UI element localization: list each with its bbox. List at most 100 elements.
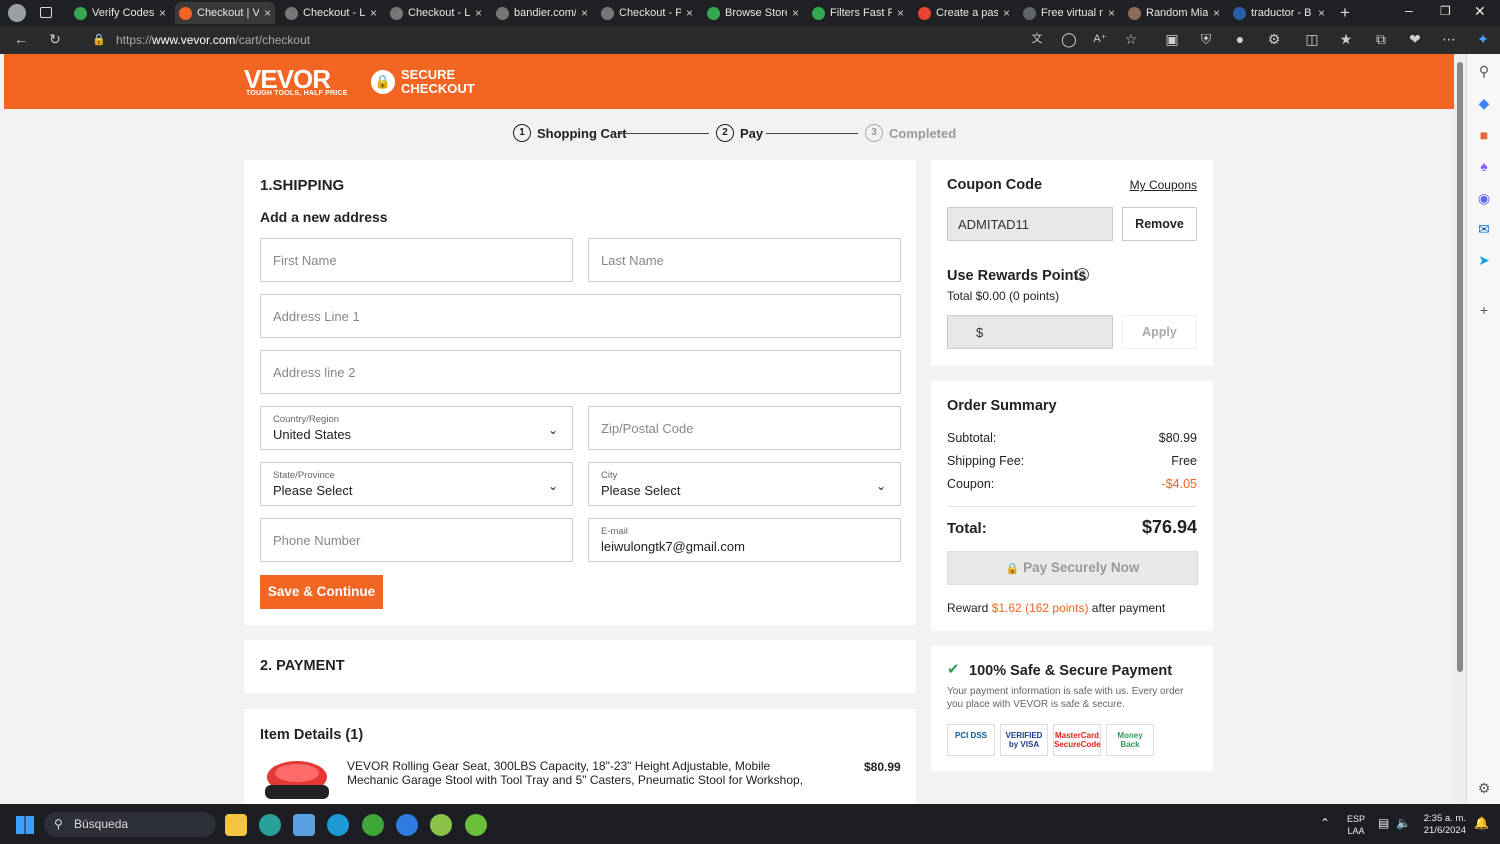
volume-icon[interactable]: 🔈 [1396, 816, 1411, 830]
rewards-amount-field[interactable]: $ [947, 315, 1113, 349]
tab-close-icon[interactable]: × [1213, 6, 1220, 20]
sidebar-shopping-icon[interactable]: ◆ [1475, 95, 1493, 113]
browser-tab[interactable]: Checkout - P × [597, 2, 697, 24]
browser-tab[interactable]: traductor - B × [1229, 2, 1329, 24]
close-window-icon[interactable]: ✕ [1474, 3, 1486, 20]
utorrent-icon[interactable] [465, 814, 487, 836]
browser-tab[interactable]: Browse Store × [703, 2, 803, 24]
tab-close-icon[interactable]: × [370, 6, 377, 20]
app-icon[interactable] [430, 814, 452, 836]
item-description[interactable]: VEVOR Rolling Gear Seat, 300LBS Capacity… [347, 759, 807, 787]
puzzle-icon[interactable]: ⚙ [1265, 31, 1283, 49]
state-select[interactable]: State/Province Please Select ⌄ [260, 462, 573, 506]
sidebar-add-icon[interactable]: + [1475, 302, 1493, 320]
xbox-icon[interactable] [362, 814, 384, 836]
tab-favicon-icon [179, 6, 192, 20]
browser-tab[interactable]: bandier.com/ × [492, 2, 592, 24]
browser-tab[interactable]: Checkout - L × [281, 2, 381, 24]
restore-icon[interactable]: ❐ [1440, 4, 1451, 18]
sidebar-tools-icon[interactable]: ■ [1475, 127, 1493, 145]
edge-icon[interactable] [327, 814, 349, 836]
remove-coupon-button[interactable]: Remove [1122, 207, 1197, 241]
copilot-icon[interactable]: ✦ [1474, 31, 1492, 49]
sidebar-m365-icon[interactable]: ◉ [1475, 190, 1493, 208]
windows-start-icon[interactable] [16, 816, 34, 834]
favorites-icon[interactable]: ★ [1337, 31, 1355, 49]
tab-close-icon[interactable]: × [897, 6, 904, 20]
new-tab-button[interactable]: + [1340, 3, 1350, 23]
save-continue-button[interactable]: Save & Continue [260, 575, 383, 609]
performance-icon[interactable]: ❤ [1406, 31, 1424, 49]
file-explorer-icon[interactable] [225, 814, 247, 836]
product-image[interactable] [260, 757, 334, 803]
help-icon[interactable]: ? [1076, 268, 1089, 281]
city-select[interactable]: City Please Select ⌄ [588, 462, 901, 506]
sidebar-search-icon[interactable]: ⚲ [1475, 63, 1493, 81]
browser-tab[interactable]: Verify Codes × [70, 2, 170, 24]
tab-close-icon[interactable]: × [686, 6, 693, 20]
sidebar-outlook-icon[interactable]: ✉ [1475, 221, 1493, 239]
browser-tab[interactable]: Checkout - L × [386, 2, 486, 24]
coupon-code-field[interactable]: ADMITAD11 [947, 207, 1113, 241]
my-coupons-link[interactable]: My Coupons [1130, 178, 1197, 192]
notification-bell-icon[interactable]: 🔔 [1474, 816, 1489, 830]
extension-icon[interactable]: ▣ [1163, 31, 1181, 49]
sidebar-games-icon[interactable]: ♠ [1475, 158, 1493, 176]
tab-favicon-icon [812, 6, 825, 20]
chevron-up-icon[interactable]: ⌃ [1320, 816, 1330, 830]
tab-close-icon[interactable]: × [581, 6, 588, 20]
sidebar-settings-icon[interactable]: ⚙ [1475, 780, 1493, 798]
tab-close-icon[interactable]: × [792, 6, 799, 20]
circle-ext-icon[interactable]: ● [1231, 31, 1249, 49]
url-field[interactable]: 🔒 https://www.vevor.com/cart/checkout [80, 30, 1160, 50]
photos-icon[interactable] [293, 814, 315, 836]
browser-tab[interactable]: Random Mia × [1124, 2, 1224, 24]
minimize-icon[interactable]: – [1405, 2, 1413, 18]
country-select[interactable]: Country/Region United States ⌄ [260, 406, 573, 450]
more-menu-icon[interactable]: ⋯ [1440, 31, 1458, 49]
shield-ext-icon[interactable]: ⛨ [1197, 31, 1215, 49]
phone-field[interactable]: Phone Number [260, 518, 573, 562]
shield-check-icon: ✔ [947, 661, 960, 678]
tab-close-icon[interactable]: × [1003, 6, 1010, 20]
browser-tab[interactable]: Create a pas × [914, 2, 1014, 24]
favorite-star-icon[interactable]: ☆ [1122, 31, 1140, 49]
tab-actions-icon[interactable] [40, 7, 52, 18]
address-line2-field[interactable]: Address line 2 [260, 350, 901, 394]
tab-close-icon[interactable]: × [475, 6, 482, 20]
last-name-field[interactable]: Last Name [588, 238, 901, 282]
email-field[interactable]: E-mail leiwulongtk7@gmail.com [588, 518, 901, 562]
tab-close-icon[interactable]: × [1318, 6, 1325, 20]
sidebar-send-icon[interactable]: ➤ [1475, 252, 1493, 270]
back-icon[interactable]: ← [12, 31, 30, 49]
browser-tab[interactable]: Filters Fast P × [808, 2, 908, 24]
refresh-icon[interactable]: ↻ [46, 31, 64, 49]
tag-icon[interactable]: ◯ [1060, 31, 1078, 49]
network-icon[interactable]: ▤ [1378, 816, 1389, 830]
scrollbar-thumb[interactable] [1457, 62, 1463, 672]
pay-securely-button[interactable]: 🔒 Pay Securely Now [947, 551, 1198, 585]
browser-tab[interactable]: Checkout | V × [175, 2, 275, 24]
collections-icon[interactable]: ⧉ [1372, 31, 1390, 49]
apply-rewards-button[interactable]: Apply [1122, 315, 1197, 349]
profile-avatar-icon[interactable] [8, 4, 26, 22]
tab-close-icon[interactable]: × [264, 6, 271, 20]
url-prefix: https:// [116, 33, 153, 47]
edge-dev-icon[interactable] [259, 814, 281, 836]
tab-close-icon[interactable]: × [159, 6, 166, 20]
browser-tab[interactable]: Free virtual n × [1019, 2, 1119, 24]
zip-field[interactable]: Zip/Postal Code [588, 406, 901, 450]
translate-icon[interactable]: 文 [1028, 31, 1046, 49]
first-name-field[interactable]: First Name [260, 238, 573, 282]
taskbar-search-field[interactable]: ⚲ Búsqueda [44, 812, 216, 837]
rewards-total: Total $0.00 (0 points) [947, 289, 1060, 303]
clock[interactable]: 2:35 a. m. 21/6/2024 [1420, 813, 1466, 837]
read-aloud-icon[interactable]: A⁺ [1091, 31, 1109, 49]
address-line1-field[interactable]: Address Line 1 [260, 294, 901, 338]
tab-close-icon[interactable]: × [1108, 6, 1115, 20]
secure-line1: SECURE [401, 67, 456, 82]
chevron-down-icon: ⌄ [547, 479, 558, 493]
language-indicator[interactable]: ESP LAA [1347, 813, 1365, 837]
split-screen-icon[interactable]: ◫ [1303, 31, 1321, 49]
copilot-app-icon[interactable] [396, 814, 418, 836]
